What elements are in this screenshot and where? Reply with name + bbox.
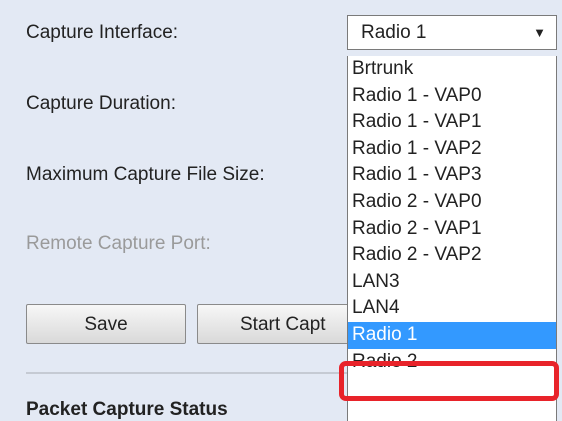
max-capture-file-size-label: Maximum Capture File Size: bbox=[26, 164, 265, 185]
option-lan4[interactable]: LAN4 bbox=[348, 295, 556, 322]
option-radio1-vap1[interactable]: Radio 1 - VAP1 bbox=[348, 109, 556, 136]
dropdown-arrow-icon[interactable]: ▼ bbox=[533, 16, 546, 49]
option-radio2-vap1[interactable]: Radio 2 - VAP1 bbox=[348, 216, 556, 243]
option-radio1-vap3[interactable]: Radio 1 - VAP3 bbox=[348, 162, 556, 189]
capture-interface-dropdown-list[interactable]: Brtrunk Radio 1 - VAP0 Radio 1 - VAP1 Ra… bbox=[347, 56, 557, 421]
option-radio1-vap2[interactable]: Radio 1 - VAP2 bbox=[348, 136, 556, 163]
packet-capture-status-heading: Packet Capture Status bbox=[26, 399, 228, 420]
section-divider bbox=[26, 372, 356, 374]
option-radio1-vap0[interactable]: Radio 1 - VAP0 bbox=[348, 83, 556, 110]
option-lan3[interactable]: LAN3 bbox=[348, 269, 556, 296]
option-radio2-vap0[interactable]: Radio 2 - VAP0 bbox=[348, 189, 556, 216]
option-brtrunk[interactable]: Brtrunk bbox=[348, 56, 556, 83]
capture-interface-selected-value: Radio 1 bbox=[361, 22, 427, 43]
save-button[interactable]: Save bbox=[26, 304, 186, 344]
capture-interface-select[interactable]: Radio 1 ▼ bbox=[347, 15, 557, 50]
remote-capture-port-label: Remote Capture Port: bbox=[26, 233, 211, 254]
option-radio2-vap2[interactable]: Radio 2 - VAP2 bbox=[348, 242, 556, 269]
capture-interface-label: Capture Interface: bbox=[26, 22, 179, 43]
option-radio1[interactable]: Radio 1 bbox=[348, 321, 556, 349]
option-radio2[interactable]: Radio 2 bbox=[348, 349, 556, 376]
capture-duration-label: Capture Duration: bbox=[26, 93, 176, 114]
